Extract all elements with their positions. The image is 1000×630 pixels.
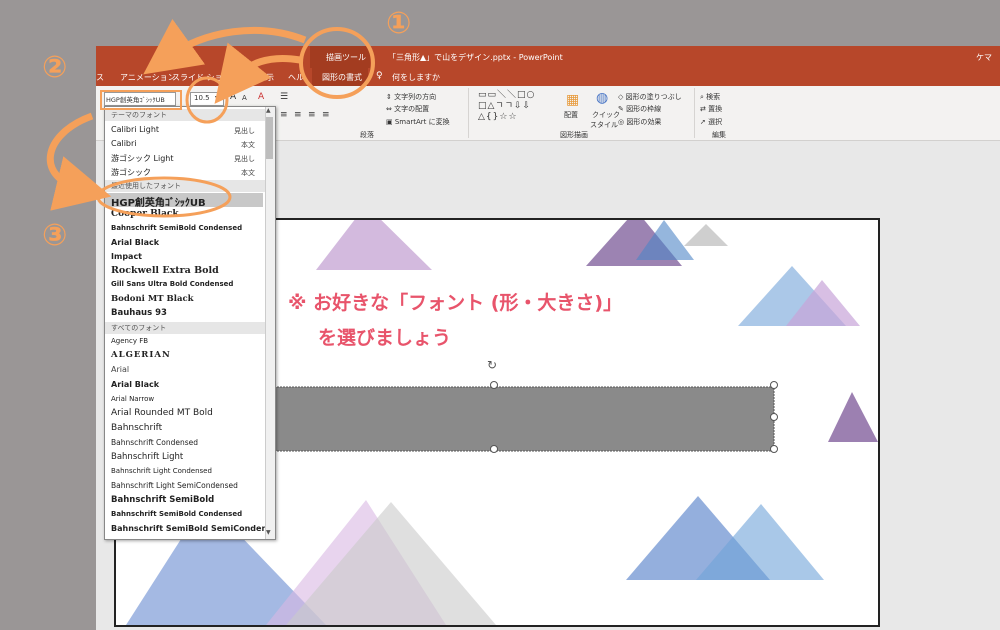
- annotation-overlay: [46, 18, 375, 218]
- instruction-note-line1: ※ お好きな「フォント (形・大きさ)」: [288, 292, 623, 314]
- highlight-circle-tab: [299, 27, 375, 99]
- step-number-3: ③: [42, 218, 68, 253]
- highlight-box-font-name: [100, 90, 182, 110]
- step-number-1: ①: [386, 6, 412, 41]
- curved-arrow: [143, 18, 307, 75]
- highlight-circle-font-size: [185, 76, 229, 124]
- step-number-2: ②: [42, 50, 68, 85]
- highlight-circle-font-choice: [96, 176, 232, 218]
- curved-arrow: [214, 42, 301, 104]
- curved-arrow: [46, 112, 112, 211]
- instruction-note-line2: を選びましょう: [318, 327, 452, 349]
